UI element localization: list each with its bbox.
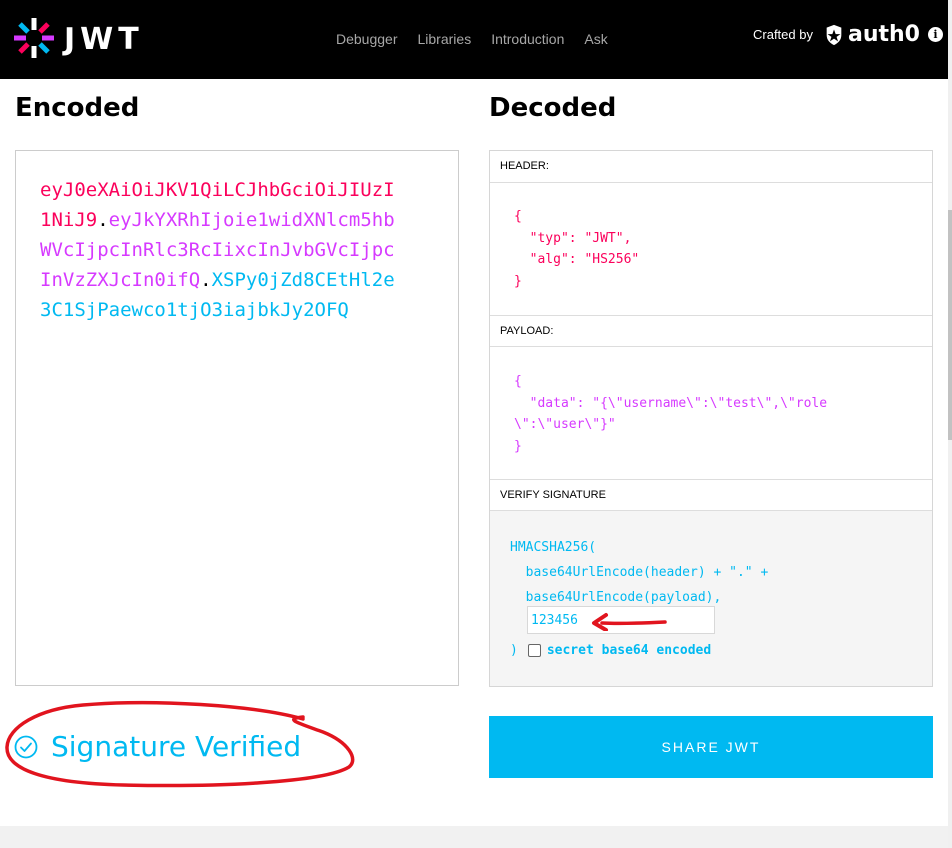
jwt-logo-icon	[14, 18, 54, 58]
header-section-label: HEADER:	[490, 151, 932, 183]
auth0-logo[interactable]: auth0	[823, 22, 920, 47]
secret-base64-label[interactable]: secret base64 encoded	[547, 643, 711, 658]
decoded-title: Decoded	[489, 93, 617, 123]
nav-debugger[interactable]: Debugger	[336, 31, 398, 47]
info-icon[interactable]: i	[927, 27, 943, 42]
nav-ask[interactable]: Ask	[584, 31, 607, 47]
red-circle-annotation	[5, 700, 355, 788]
share-jwt-button[interactable]: SHARE JWT	[489, 716, 933, 778]
encoded-title: Encoded	[15, 93, 140, 123]
close-paren: )	[510, 643, 518, 658]
scrollbar-thumb[interactable]	[948, 210, 952, 440]
header-json-editor[interactable]: { "typ": "JWT", "alg": "HS256" }	[514, 206, 639, 292]
secret-base64-checkbox[interactable]	[527, 644, 541, 657]
verify-signature-label: VERIFY SIGNATURE	[490, 479, 932, 511]
token-dot: .	[200, 269, 212, 291]
auth0-shield-icon	[826, 24, 842, 45]
footer-strip	[0, 826, 948, 848]
encoded-token-editor[interactable]: eyJ0eXAiOiJKV1QiLCJhbGciOiJIUzI1NiJ9.eyJ…	[15, 150, 459, 686]
nav-libraries[interactable]: Libraries	[418, 31, 472, 47]
payload-section-label: PAYLOAD:	[490, 315, 932, 347]
crafted-by-label: Crafted by	[753, 27, 813, 42]
encoded-token[interactable]: eyJ0eXAiOiJKV1QiLCJhbGciOiJIUzI1NiJ9.eyJ…	[40, 175, 400, 325]
nav-introduction[interactable]: Introduction	[491, 31, 564, 47]
red-arrow-annotation	[592, 613, 667, 631]
top-navbar: JWT Debugger Libraries Introduction Ask …	[0, 0, 948, 79]
verify-code: HMACSHA256( base64UrlEncode(header) + ".…	[510, 540, 769, 605]
decoded-panel: HEADER: { "typ": "JWT", "alg": "HS256" }…	[489, 150, 933, 687]
auth0-text: auth0	[847, 22, 920, 47]
crafted-by: Crafted by auth0 i	[753, 22, 943, 47]
token-dot: .	[97, 209, 109, 231]
payload-json-editor[interactable]: { "data": "{\"username\":\"test\",\"role…	[514, 371, 827, 457]
main-nav: Debugger Libraries Introduction Ask	[336, 31, 628, 47]
jwt-logo[interactable]: JWT	[13, 17, 139, 59]
logo-text: JWT	[64, 22, 144, 57]
secret-options: ) secret base64 encoded	[510, 643, 711, 658]
verify-signature-section: HMACSHA256( base64UrlEncode(header) + ".…	[490, 511, 932, 686]
